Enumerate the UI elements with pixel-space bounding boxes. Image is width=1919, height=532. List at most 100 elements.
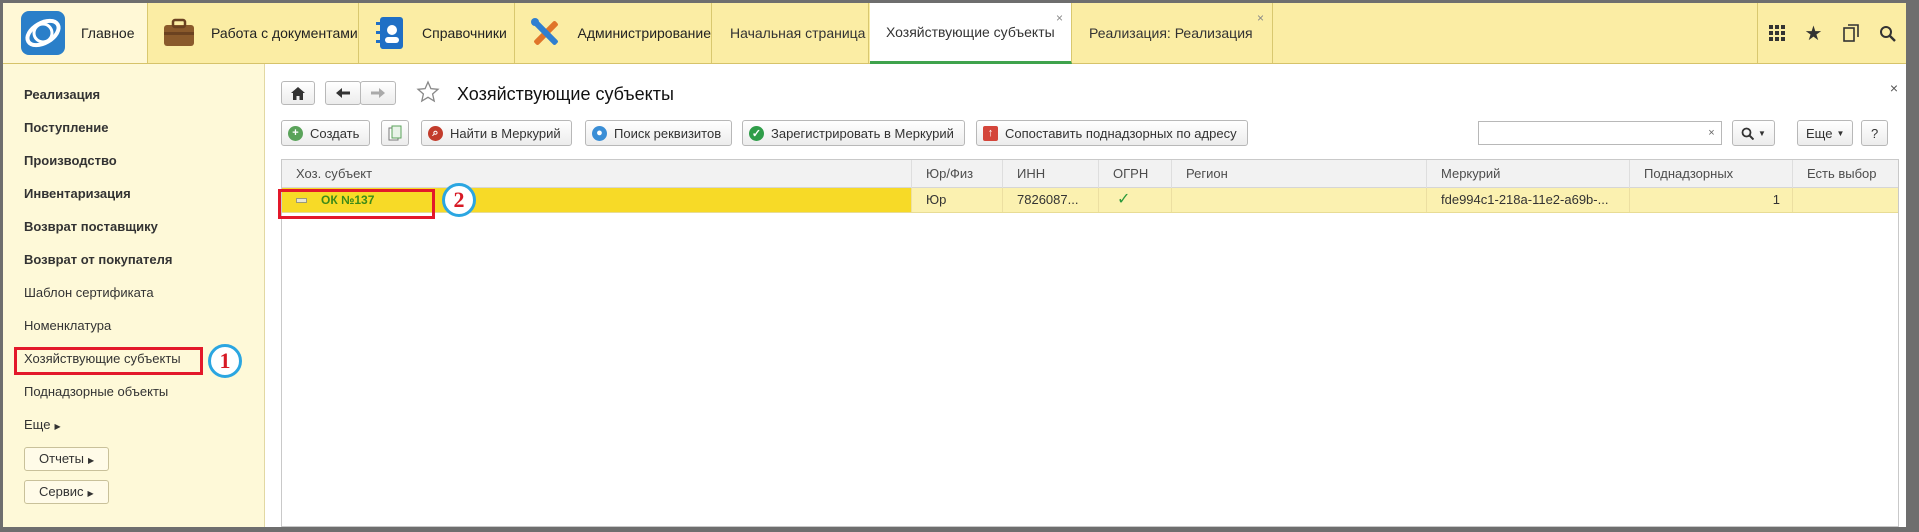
cell-ogrn-check-icon[interactable]: ✓	[1099, 188, 1172, 212]
sidebar-item-certificate-template[interactable]: Шаблон сертификата	[24, 285, 154, 300]
reports-button[interactable]: Отчеты ▶	[24, 447, 110, 471]
history-icon[interactable]	[1832, 3, 1869, 63]
cell-entity[interactable]: ОК №137	[282, 188, 912, 212]
column-header-region[interactable]: Регион	[1172, 160, 1427, 188]
home-button[interactable]	[281, 81, 315, 105]
sidebar-item-return-customer[interactable]: Возврат от покупателя	[24, 252, 172, 267]
sidebar-item-business-entities[interactable]: Хозяйствующие субъекты	[24, 351, 181, 366]
favorite-star-icon[interactable]	[416, 80, 440, 107]
reports-button-label: Отчеты	[39, 451, 84, 466]
search-icon	[1741, 127, 1754, 140]
cell-has-choice[interactable]	[1793, 188, 1900, 212]
table-row[interactable]: ОК №137 Юр 7826087... ✓ fde994c1-218a-11…	[282, 188, 1898, 213]
search-clear-button[interactable]: ×	[1702, 121, 1722, 145]
section-administration-label: Администрирование	[577, 25, 712, 41]
tab-business-entities[interactable]: Хозяйствующие субъекты ×	[870, 3, 1072, 64]
sidebar-item-realization[interactable]: Реализация	[24, 87, 100, 102]
tab-close-icon[interactable]: ×	[1257, 11, 1264, 25]
favorites-star-icon[interactable]: ★	[1795, 3, 1832, 63]
more-button[interactable]: Еще ▼	[1797, 120, 1854, 146]
briefcase-icon	[161, 15, 197, 51]
sidebar-item-supervised-objects[interactable]: Поднадзорные объекты	[24, 384, 168, 399]
tab-realization[interactable]: Реализация: Реализация ×	[1073, 3, 1273, 63]
section-administration[interactable]: Администрирование	[516, 3, 712, 63]
column-header-mercury[interactable]: Меркурий	[1427, 160, 1630, 188]
sidebar-item-more[interactable]: Еще ▶	[24, 417, 61, 432]
caret-right-icon: ▶	[87, 456, 95, 465]
tab-close-icon[interactable]: ×	[1056, 11, 1063, 25]
upload-icon: ↑	[983, 125, 998, 141]
annotation-marker-1: 1	[208, 344, 242, 378]
search-icon[interactable]	[1869, 3, 1906, 63]
app-window: Главное Работа с документами Справочники…	[3, 3, 1906, 527]
tab-business-entities-label: Хозяйствующие субъекты	[886, 24, 1055, 40]
entity-name: ОК №137	[321, 193, 375, 207]
close-icon[interactable]: ×	[1890, 80, 1898, 96]
column-header-entity[interactable]: Хоз. субъект	[282, 160, 912, 188]
section-documents[interactable]: Работа с документами	[149, 3, 359, 63]
help-button[interactable]: ?	[1861, 120, 1889, 146]
copy-button[interactable]	[381, 120, 409, 146]
cell-type[interactable]: Юр	[912, 188, 1003, 212]
sidebar-item-inventory[interactable]: Инвентаризация	[24, 186, 131, 201]
sidebar-item-return-supplier[interactable]: Возврат поставщику	[24, 219, 158, 234]
search-button[interactable]: ▼	[1732, 120, 1775, 146]
caret-right-icon: ▶	[54, 422, 61, 431]
forward-button[interactable]	[360, 81, 396, 105]
cell-inn[interactable]: 7826087...	[1003, 188, 1099, 212]
sidebar: Реализация Поступление Производство Инве…	[3, 64, 265, 527]
tools-icon	[528, 15, 564, 51]
service-button[interactable]: Сервис ▶	[24, 480, 109, 504]
section-home-label: Главное	[81, 25, 135, 41]
register-in-mercury-button[interactable]: ✓ Зарегистрировать в Меркурий	[742, 120, 965, 146]
section-home[interactable]: Главное	[3, 3, 148, 63]
find-requisites-button[interactable]: ● Поиск реквизитов	[585, 120, 733, 146]
top-bar: Главное Работа с документами Справочники…	[3, 3, 1906, 64]
search-input[interactable]	[1478, 121, 1704, 145]
register-in-mercury-label: Зарегистрировать в Меркурий	[771, 125, 954, 141]
create-button[interactable]: + Создать	[281, 120, 371, 146]
more-button-label: Еще	[1806, 125, 1833, 141]
main-panel: Хозяйствующие субъекты × + Создать ⌕ Най…	[266, 64, 1906, 527]
match-by-address-label: Сопоставить поднадзорных по адресу	[1005, 125, 1237, 141]
match-by-address-button[interactable]: ↑ Сопоставить поднадзорных по адресу	[976, 120, 1248, 146]
tab-start-page-label: Начальная страница	[730, 25, 866, 41]
column-header-has-choice[interactable]: Есть выбор	[1793, 160, 1900, 188]
apps-grid-icon[interactable]	[1758, 3, 1795, 63]
app-logo-icon	[21, 11, 65, 55]
section-documents-label: Работа с документами	[211, 25, 358, 41]
column-header-inn[interactable]: ИНН	[1003, 160, 1099, 188]
tab-realization-label: Реализация: Реализация	[1089, 25, 1253, 41]
sidebar-item-production[interactable]: Производство	[24, 153, 117, 168]
column-header-ogrn[interactable]: ОГРН	[1099, 160, 1172, 188]
find-requisites-label: Поиск реквизитов	[614, 125, 722, 141]
column-header-supervised[interactable]: Поднадзорных	[1630, 160, 1793, 188]
annotation-marker-2: 2	[442, 183, 476, 217]
cell-region[interactable]	[1172, 188, 1427, 212]
phonebook-icon	[372, 15, 408, 51]
toolbar-icons: ★	[1757, 3, 1906, 63]
section-references[interactable]: Справочники	[360, 3, 515, 63]
sidebar-more-label: Еще	[24, 417, 51, 432]
caret-down-icon: ▼	[1758, 128, 1766, 138]
table-header: Хоз. субъект Юр/Физ ИНН ОГРН Регион Мерк…	[282, 160, 1898, 188]
arrow-right-icon	[371, 88, 385, 98]
back-button[interactable]	[325, 81, 361, 105]
arrow-left-icon	[336, 88, 350, 98]
cell-supervised[interactable]: 1	[1630, 188, 1793, 212]
column-header-type[interactable]: Юр/Физ	[912, 160, 1003, 188]
page-title: Хозяйствующие субъекты	[457, 84, 674, 104]
cell-mercury[interactable]: fde994c1-218a-11e2-a69b-...	[1427, 188, 1630, 212]
home-icon	[291, 86, 305, 100]
row-group-collapse-icon[interactable]	[296, 198, 307, 204]
create-button-label: Создать	[310, 125, 360, 141]
sidebar-item-nomenclature[interactable]: Номенклатура	[24, 318, 111, 333]
find-in-mercury-button[interactable]: ⌕ Найти в Меркурий	[421, 120, 572, 146]
plus-icon: +	[288, 125, 303, 141]
copy-icon	[388, 125, 402, 141]
mercury-search-icon: ⌕	[428, 125, 443, 141]
caret-down-icon: ▼	[1836, 128, 1845, 138]
section-references-label: Справочники	[422, 25, 507, 41]
tab-start-page[interactable]: Начальная страница	[714, 3, 869, 63]
sidebar-item-receipt[interactable]: Поступление	[24, 120, 109, 135]
